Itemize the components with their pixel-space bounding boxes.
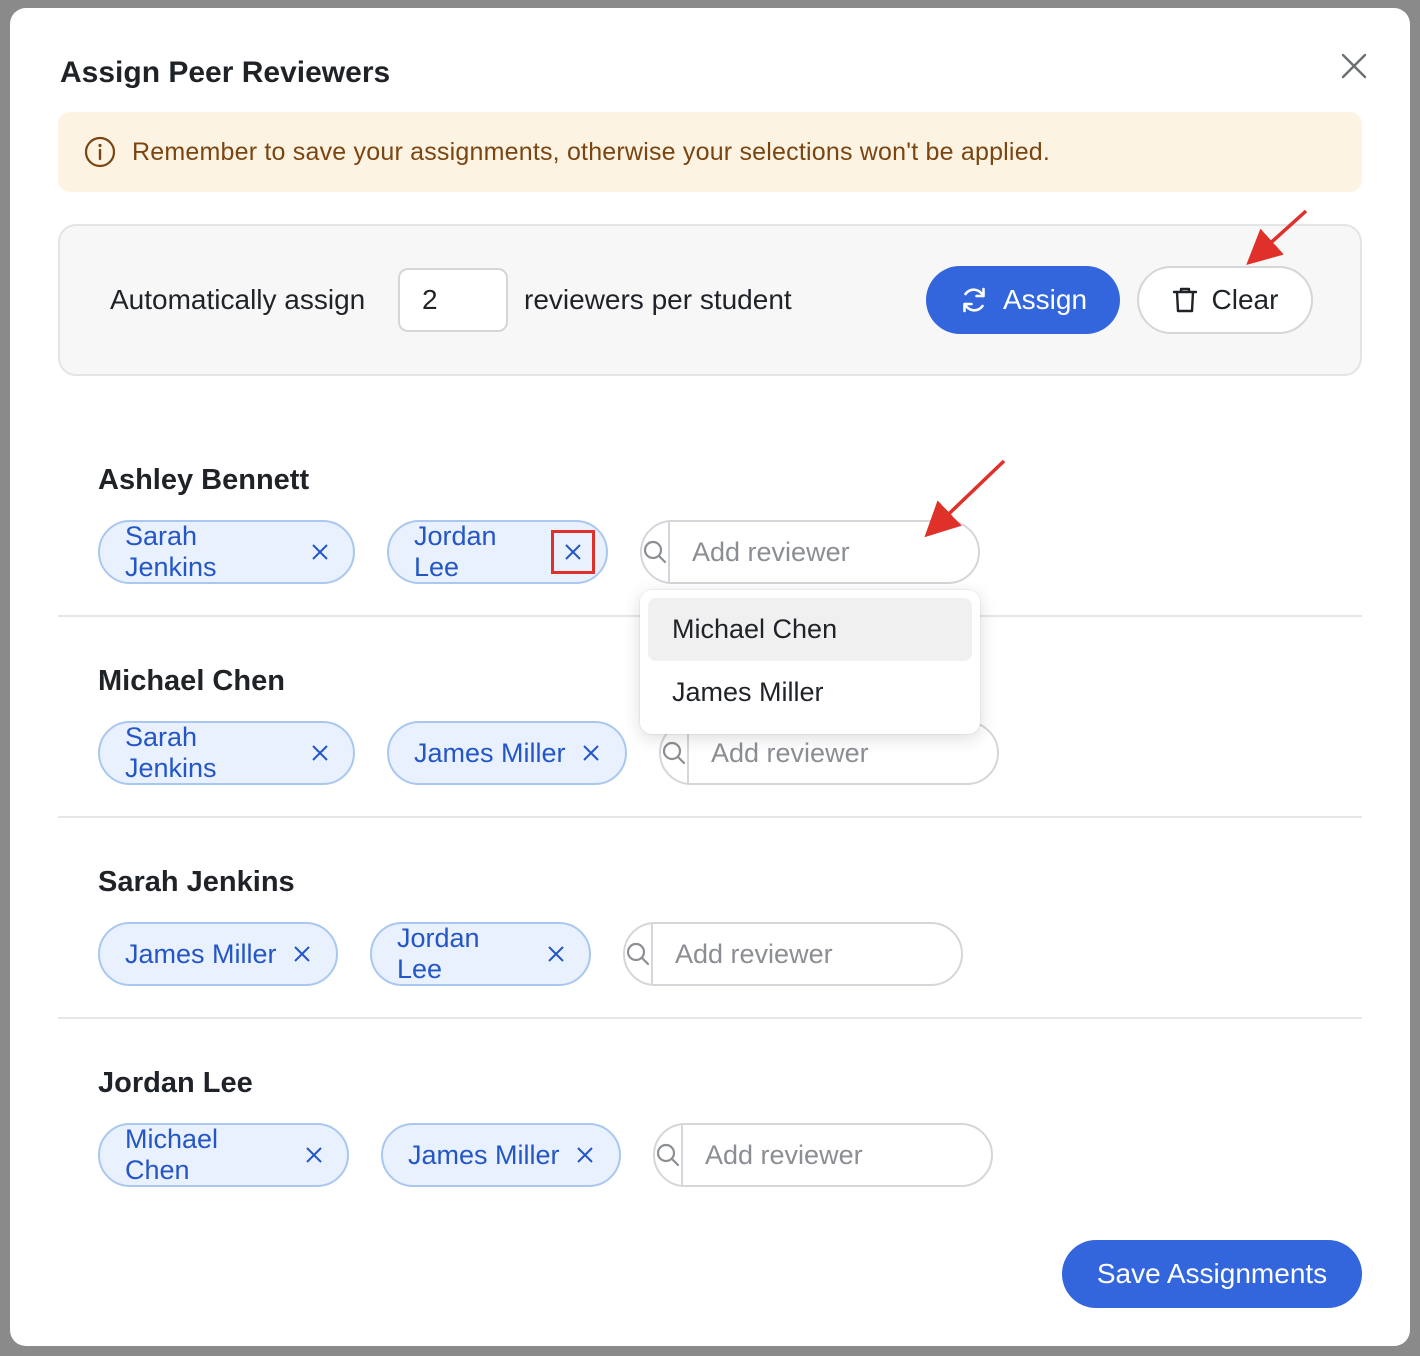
close-icon: [548, 946, 564, 962]
reviewer-chip-label: James Miller: [408, 1139, 560, 1170]
reviewer-chip: Sarah Jenkins: [98, 520, 355, 584]
reviewer-chip-label: James Miller: [125, 938, 277, 969]
student-row-jordan-lee: Jordan Lee Michael Chen James Miller: [58, 1019, 1362, 1220]
reviewer-chip: James Miller: [387, 721, 627, 785]
remove-reviewer-button[interactable]: [541, 939, 571, 969]
trash-icon: [1172, 287, 1197, 313]
reviewer-chip-label: James Miller: [414, 737, 566, 768]
add-reviewer-input[interactable]: [670, 522, 978, 582]
reviewer-chip: Sarah Jenkins: [98, 721, 355, 785]
close-icon: [1341, 53, 1367, 79]
add-reviewer-input[interactable]: [683, 1125, 991, 1185]
close-button[interactable]: [1336, 48, 1372, 84]
reviewer-chip-label: Sarah Jenkins: [125, 521, 217, 582]
student-name: Sarah Jenkins: [98, 866, 295, 898]
remove-reviewer-button[interactable]: [287, 939, 317, 969]
remove-reviewer-button[interactable]: [299, 1140, 329, 1170]
reviewer-chip: Michael Chen: [98, 1123, 349, 1187]
reviewer-chip: Jordan Lee: [387, 520, 608, 584]
reviewers-per-student-label: reviewers per student: [524, 284, 792, 315]
dialog-title: Assign Peer Reviewers: [60, 56, 391, 89]
remove-reviewer-button[interactable]: [570, 1140, 600, 1170]
search-icon: [655, 1125, 683, 1185]
close-icon: [312, 544, 328, 560]
reviewer-chip-label: Jordan Lee: [397, 923, 480, 984]
auto-assign-panel: Automatically assign reviewers per stude…: [58, 224, 1362, 376]
suggestion-option[interactable]: Michael Chen: [648, 598, 972, 661]
remove-reviewer-button[interactable]: [576, 738, 606, 768]
clear-button[interactable]: Clear: [1137, 266, 1313, 334]
clear-label: Clear: [1211, 284, 1279, 315]
student-row-ashley-bennett: Ashley Bennett Sarah Jenkins Jordan Lee: [58, 416, 1362, 617]
assign-button[interactable]: Assign: [926, 266, 1120, 334]
close-icon: [582, 745, 599, 761]
student-name: Ashley Bennett: [98, 464, 310, 496]
reviewer-chip: James Miller: [98, 922, 338, 986]
close-icon: [306, 1147, 322, 1163]
save-reminder-notice: Remember to save your assignments, other…: [58, 112, 1362, 192]
add-reviewer-field[interactable]: [623, 922, 963, 986]
search-icon: [642, 522, 670, 582]
save-assignments-button[interactable]: Save Assignments: [1062, 1240, 1362, 1308]
student-row-sarah-jenkins: Sarah Jenkins James Miller Jordan Lee: [58, 818, 1362, 1019]
reviewer-chip: James Miller: [381, 1123, 621, 1187]
add-reviewer-input[interactable]: [653, 924, 961, 984]
student-name: Jordan Lee: [98, 1067, 253, 1099]
auto-assign-label: Automatically assign: [110, 284, 366, 315]
info-icon: [84, 136, 116, 168]
close-icon: [576, 1147, 593, 1163]
reviewer-chip: Jordan Lee: [370, 922, 591, 986]
add-reviewer-field[interactable]: [653, 1123, 993, 1187]
close-icon: [312, 745, 328, 761]
notice-text: Remember to save your assignments, other…: [132, 137, 1051, 166]
reviewer-chip-label: Michael Chen: [125, 1124, 219, 1185]
student-name: Michael Chen: [98, 665, 285, 697]
assign-label: Assign: [1002, 284, 1088, 315]
close-icon: [565, 544, 581, 560]
remove-reviewer-button[interactable]: [305, 537, 335, 567]
reviewers-count-input[interactable]: [398, 268, 508, 332]
reviewer-chip-label: Sarah Jenkins: [125, 722, 217, 783]
assign-peer-reviewers-dialog: Assign Peer Reviewers Remember to save y…: [10, 8, 1410, 1346]
remove-reviewer-button[interactable]: [551, 530, 595, 574]
close-icon: [293, 946, 310, 962]
refresh-icon: [963, 287, 985, 313]
remove-reviewer-button[interactable]: [305, 738, 335, 768]
search-icon: [625, 924, 653, 984]
reviewer-suggestions-dropdown: Michael Chen James Miller: [640, 590, 980, 734]
reviewer-chip-label: Jordan Lee: [414, 521, 497, 582]
add-reviewer-field[interactable]: [640, 520, 980, 584]
suggestion-option[interactable]: James Miller: [648, 661, 972, 724]
